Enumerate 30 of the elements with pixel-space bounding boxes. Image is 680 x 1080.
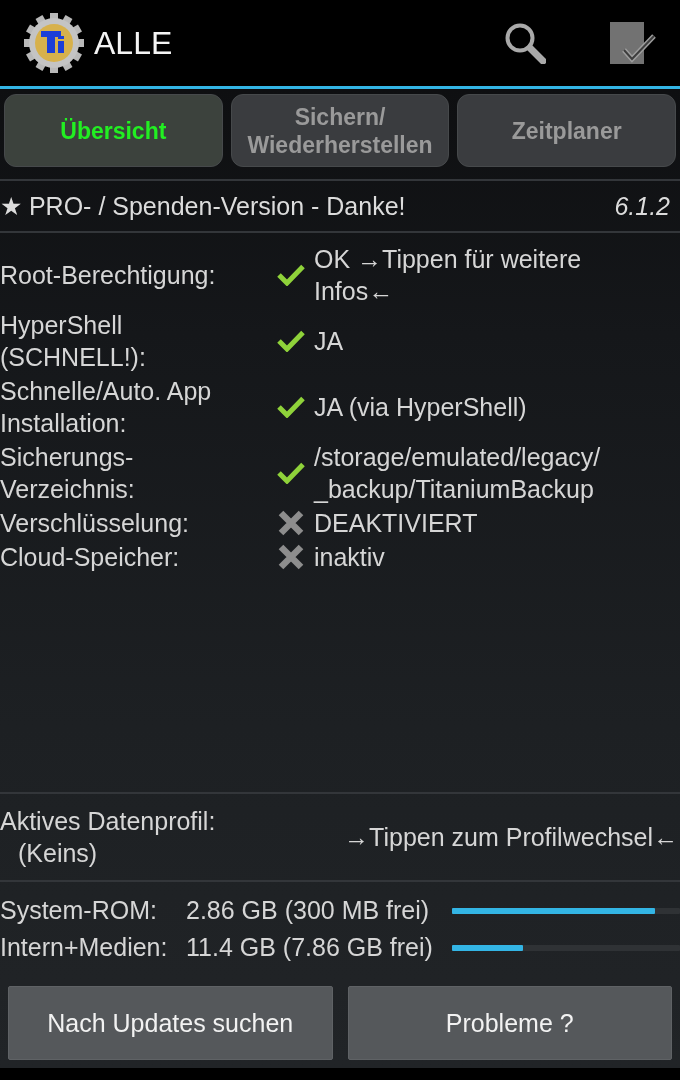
status-value: DEAKTIVIERT	[314, 508, 479, 539]
app-logo-icon	[24, 13, 84, 73]
license-text: ★ PRO- / Spenden-Version - Danke!	[0, 191, 406, 222]
profile-switch-link[interactable]: →Tippen zum Profilwechsel←	[344, 821, 678, 853]
search-icon[interactable]	[504, 22, 546, 64]
profile-label: Aktives Datenprofil:	[0, 806, 216, 837]
tab[interactable]: Übersicht	[4, 94, 223, 167]
status-label: Cloud-Speicher:	[0, 542, 181, 573]
status-value: JA	[314, 326, 345, 357]
tab[interactable]: Sichern/Wiederherstellen	[230, 94, 450, 167]
status-label: HyperShell (SCHNELL!):	[0, 310, 147, 373]
action-button[interactable]: Nach Updates suchen	[8, 986, 333, 1060]
version-text: 6.1.2	[614, 191, 670, 222]
status-value: JA (via HyperShell)	[314, 392, 528, 423]
app-title: ALLE	[94, 24, 173, 63]
status-label: Schnelle/Auto. App Installation:	[0, 376, 213, 439]
status-value: inaktiv	[314, 542, 386, 573]
checked-box-icon[interactable]	[610, 22, 656, 64]
status-value[interactable]: OK →Tippen für weitere Infos←	[314, 243, 654, 307]
storage-value: 2.86 GB (300 MB frei)	[186, 895, 431, 926]
profile-value: (Keins)	[17, 838, 99, 869]
storage-label: Intern+Medien:	[0, 932, 169, 963]
status-label: Sicherungs-Verzeichnis:	[0, 442, 136, 505]
storage-label: System-ROM:	[0, 895, 158, 926]
action-button[interactable]: Probleme ?	[347, 986, 672, 1060]
status-label: Verschlüsselung:	[0, 508, 190, 539]
tab[interactable]: Zeitplaner	[457, 94, 676, 167]
storage-value: 11.4 GB (7.86 GB frei)	[186, 932, 434, 963]
status-value: /storage/emulated/legacy/_backup/TitaniumBackup	[314, 442, 602, 505]
status-label: Root-Berechtigung:	[0, 260, 217, 291]
